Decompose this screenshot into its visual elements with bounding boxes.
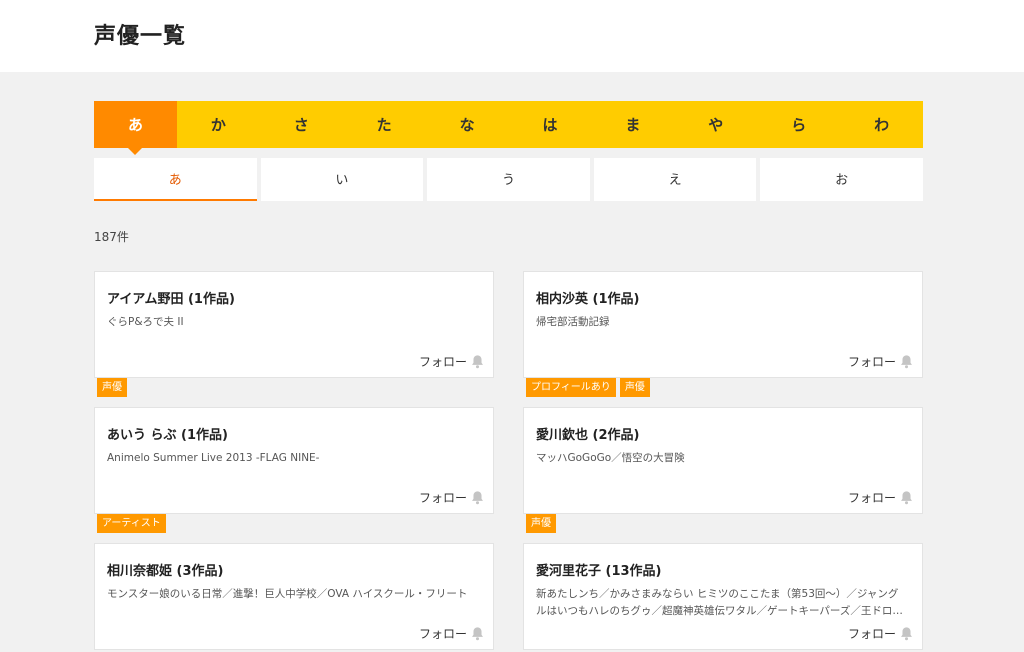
- kana-tab-ya[interactable]: や: [674, 101, 757, 148]
- tag-badge: 声優: [619, 378, 650, 397]
- voice-actor-card[interactable]: 相川奈都姫 (3作品) モンスター娘のいる日常／進撃！巨人中学校／OVA ハイス…: [94, 543, 494, 650]
- follow-button[interactable]: フォロー: [419, 489, 485, 506]
- voice-actor-card[interactable]: アイアム野田 (1作品) ぐらP&ろで夫 II フォロー: [94, 271, 494, 378]
- sub-tab-u[interactable]: う: [427, 158, 590, 201]
- bell-icon: [901, 491, 912, 505]
- voice-actor-card[interactable]: 愛河里花子 (13作品) 新あたしンち／かみさまみならい ヒミツのここたま（第5…: [523, 543, 923, 650]
- kana-tab-ma[interactable]: ま: [591, 101, 674, 148]
- sub-tab-o[interactable]: お: [760, 158, 923, 201]
- follow-label: フォロー: [418, 627, 467, 641]
- follow-label: フォロー: [418, 491, 467, 505]
- bell-icon: [472, 491, 483, 505]
- sub-tab-a[interactable]: あ: [94, 158, 257, 201]
- card-name: 相内沙英 (1作品): [536, 292, 640, 307]
- page-title: 声優一覧: [94, 24, 187, 49]
- sub-tab-e[interactable]: え: [593, 158, 757, 201]
- kana-tab-ra[interactable]: ら: [757, 101, 840, 148]
- card-works: ぐらP&ろで夫 II: [107, 316, 184, 328]
- kana-row-tabs: あ か さ た な は ま や ら わ: [94, 101, 923, 155]
- card-works: 帰宅部活動記録: [536, 316, 610, 328]
- follow-button[interactable]: フォロー: [848, 625, 914, 642]
- kana-tab-a[interactable]: あ: [94, 101, 177, 155]
- follow-label: フォロー: [847, 355, 896, 369]
- follow-label: フォロー: [847, 627, 896, 641]
- tag-badge: 声優: [526, 514, 556, 533]
- follow-label: フォロー: [418, 355, 467, 369]
- bell-icon: [472, 627, 483, 641]
- card-name: 相川奈都姫 (3作品): [107, 564, 224, 579]
- voice-actor-card[interactable]: 愛川欽也 (2作品) マッハGoGoGo／悟空の大冒険 フォロー: [523, 407, 923, 514]
- kana-tab-na[interactable]: な: [426, 101, 509, 148]
- bell-icon: [901, 627, 912, 641]
- bell-icon: [901, 355, 912, 369]
- card-tags: 声優: [97, 378, 127, 397]
- page-header: 声優一覧: [0, 0, 1024, 72]
- card-tags: 声優: [526, 514, 556, 533]
- card-works: Animelo Summer Live 2013 -FLAG NINE-: [107, 452, 320, 464]
- card-name: あいう らぶ (1作品): [107, 428, 228, 443]
- card-tags: プロフィールあり 声優: [526, 378, 650, 397]
- card-name: 愛川欽也 (2作品): [536, 428, 640, 443]
- kana-sub-tabs: あ い う え お: [94, 158, 923, 201]
- kana-tab-ka[interactable]: か: [177, 101, 260, 148]
- card-works: マッハGoGoGo／悟空の大冒険: [536, 452, 685, 464]
- kana-tab-wa[interactable]: わ: [840, 101, 923, 148]
- tag-badge: 声優: [97, 378, 127, 397]
- voice-actor-card[interactable]: あいう らぶ (1作品) Animelo Summer Live 2013 -F…: [94, 407, 494, 514]
- tag-badge: プロフィールあり: [526, 378, 616, 397]
- follow-button[interactable]: フォロー: [419, 625, 485, 642]
- kana-tab-ta[interactable]: た: [343, 101, 426, 148]
- card-works: モンスター娘のいる日常／進撃！巨人中学校／OVA ハイスクール・フリート: [107, 588, 468, 600]
- tag-badge: アーティスト: [97, 514, 166, 533]
- follow-button[interactable]: フォロー: [419, 353, 485, 370]
- card-works: 新あたしンち／かみさまみならい ヒミツのここたま（第53回～）／ジャングルはいつ…: [536, 588, 903, 617]
- result-count: 187件: [94, 230, 129, 244]
- voice-actor-card[interactable]: 相内沙英 (1作品) 帰宅部活動記録 フォロー: [523, 271, 923, 378]
- bell-icon: [472, 355, 483, 369]
- card-name: 愛河里花子 (13作品): [536, 564, 662, 579]
- card-tags: アーティスト: [97, 514, 166, 533]
- kana-tab-ha[interactable]: は: [509, 101, 592, 148]
- kana-tab-sa[interactable]: さ: [260, 101, 343, 148]
- card-name: アイアム野田 (1作品): [107, 292, 235, 307]
- sub-tab-i[interactable]: い: [260, 158, 424, 201]
- follow-button[interactable]: フォロー: [848, 353, 914, 370]
- follow-label: フォロー: [847, 491, 896, 505]
- follow-button[interactable]: フォロー: [848, 489, 914, 506]
